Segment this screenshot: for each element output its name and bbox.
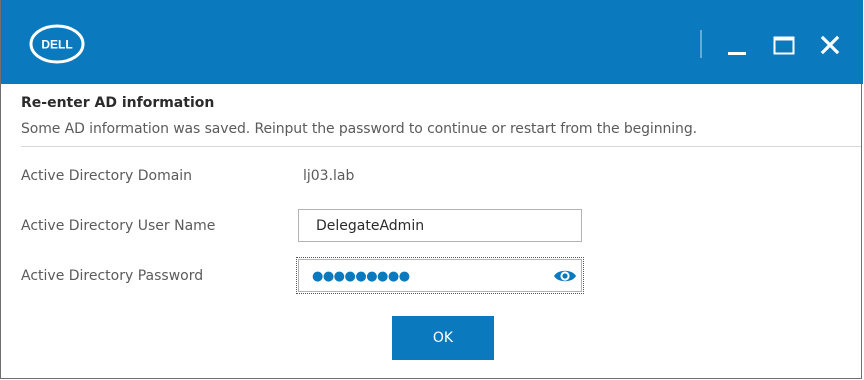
show-password-button[interactable] — [553, 267, 577, 285]
maximize-button[interactable] — [769, 30, 799, 60]
password-field[interactable]: ●●●●●●●●● — [296, 257, 584, 294]
close-icon — [820, 35, 840, 55]
eye-icon — [554, 270, 576, 282]
title-bar: DELL — [1, 0, 863, 84]
dialog-window: DELL Re-enter AD information Some AD inf… — [0, 0, 863, 379]
password-masked-value: ●●●●●●●●● — [312, 269, 410, 284]
header-divider — [21, 146, 861, 147]
domain-label: Active Directory Domain — [21, 168, 193, 184]
dialog-heading: Re-enter AD information — [21, 95, 215, 111]
minimize-button[interactable] — [722, 30, 752, 60]
domain-value: lj03.lab — [303, 168, 355, 184]
minimize-icon — [728, 52, 746, 55]
dialog-message: Some AD information was saved. Reinput t… — [21, 121, 697, 137]
titlebar-separator — [700, 30, 702, 58]
logo-text: DELL — [41, 38, 72, 52]
password-label: Active Directory Password — [21, 268, 204, 284]
dell-logo: DELL — [29, 24, 85, 64]
close-button[interactable] — [815, 30, 845, 60]
username-field[interactable]: DelegateAdmin — [298, 209, 582, 242]
maximize-icon — [773, 36, 795, 55]
username-value: DelegateAdmin — [316, 218, 425, 234]
username-label: Active Directory User Name — [21, 218, 216, 234]
ok-button[interactable]: OK — [392, 316, 494, 360]
